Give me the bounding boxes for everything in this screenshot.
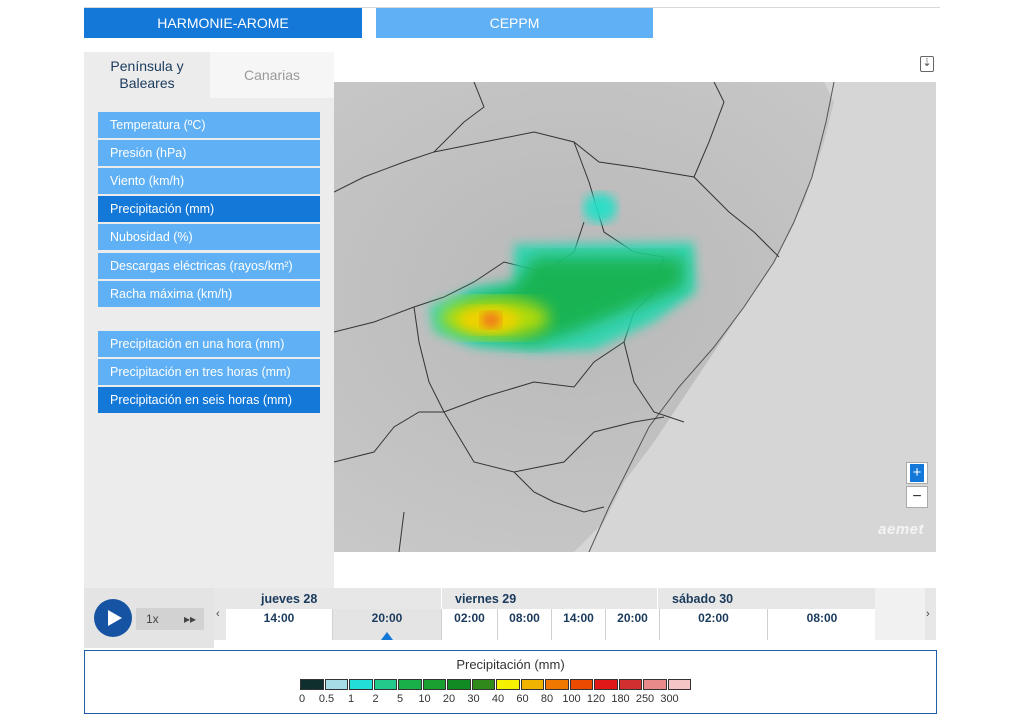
legend-swatch	[300, 679, 324, 690]
legend-label: 250	[635, 693, 655, 705]
legend-label: 0	[298, 693, 306, 705]
tab-peninsula-baleares[interactable]: Península y Baleares	[84, 52, 210, 98]
zoom-in-button[interactable]: +	[906, 462, 928, 484]
speed-selector[interactable]: 1x ▸▸	[136, 608, 204, 630]
legend-swatch	[398, 679, 422, 690]
timeline[interactable]: ‹ jueves 28 viernes 29 sábado 30 14:00 2…	[214, 588, 936, 640]
variables-panel: Península y Baleares Canarias Temperatur…	[84, 52, 334, 588]
day-divider	[657, 588, 658, 609]
legend: Precipitación (mm) 0 0.5 1 2 5 10 20 30 40 60 80 10…	[84, 650, 937, 714]
legend-swatch	[618, 679, 642, 690]
variable-presion-button[interactable]: Presión (hPa)	[98, 140, 320, 166]
tab-ceppm[interactable]: CEPPM	[376, 8, 653, 38]
legend-label: 2	[372, 693, 379, 705]
legend-swatch	[324, 679, 348, 690]
legend-swatch	[643, 679, 667, 690]
hour-slot[interactable]: 14:00	[226, 609, 332, 640]
legend-label: 10	[418, 693, 431, 705]
variable-racha-button[interactable]: Racha máxima (km/h)	[98, 281, 320, 307]
legend-color-bar	[300, 679, 692, 690]
legend-swatch	[471, 679, 495, 690]
legend-label: 80	[540, 693, 554, 705]
legend-swatch	[422, 679, 446, 690]
legend-swatch	[594, 679, 618, 690]
legend-label: 100	[562, 693, 581, 705]
legend-swatch	[667, 679, 691, 690]
precip-tres-horas-button[interactable]: Precipitación en tres horas (mm)	[98, 359, 320, 385]
selected-marker-icon	[381, 632, 393, 640]
plus-icon: +	[910, 464, 924, 482]
timeline-prev-icon[interactable]: ‹	[216, 608, 220, 620]
variable-precipitacion-button[interactable]: Precipitación (mm)	[98, 196, 320, 222]
hour-slot[interactable]: 02:00	[441, 609, 497, 640]
legend-label: 40	[491, 693, 505, 705]
variable-viento-button[interactable]: Viento (km/h)	[98, 168, 320, 194]
legend-swatch	[520, 679, 544, 690]
hour-slot[interactable]: 08:00	[767, 609, 876, 640]
tab-canarias[interactable]: Canarias	[210, 52, 334, 98]
legend-label: 0.5	[318, 693, 335, 705]
forecast-map[interactable]: + − aemet	[334, 82, 936, 552]
aemet-logo: aemet	[878, 521, 924, 538]
legend-label: 1	[347, 693, 355, 705]
hour-slot[interactable]: 14:00	[551, 609, 605, 640]
download-icon[interactable]: ⇣	[920, 56, 934, 72]
legend-swatch	[349, 679, 373, 690]
day-label: sábado 30	[672, 592, 734, 606]
legend-swatch	[447, 679, 471, 690]
legend-label: 120	[586, 693, 606, 705]
hour-slot[interactable]: 20:00	[605, 609, 659, 640]
legend-swatch	[373, 679, 397, 690]
hours-row: 14:00 20:00 02:00 08:00 14:00 20:00 02:0…	[226, 609, 876, 640]
timeline-end-spacer	[875, 588, 925, 640]
legend-swatch	[496, 679, 520, 690]
legend-label: 60	[516, 693, 529, 705]
app-root: { "model_tabs": {"harmonie": "HARMONIE-A…	[0, 0, 1024, 720]
speed-value: 1x	[146, 612, 159, 626]
hour-slot[interactable]: 02:00	[659, 609, 767, 640]
hour-slot[interactable]: 08:00	[497, 609, 551, 640]
variable-descargas-button[interactable]: Descargas eléctricas (rayos/km²)	[98, 253, 320, 279]
hour-label: 20:00	[371, 611, 403, 625]
precip-seis-horas-button[interactable]: Precipitación en seis horas (mm)	[98, 387, 320, 413]
player-controls: 1x ▸▸	[84, 588, 214, 648]
legend-swatch	[569, 679, 593, 690]
tab-harmonie-arome[interactable]: HARMONIE-AROME	[84, 8, 362, 38]
map-canvas	[334, 82, 936, 552]
legend-label: 300	[660, 693, 679, 705]
legend-swatch	[545, 679, 569, 690]
legend-label: 5	[396, 693, 404, 705]
legend-label: 30	[467, 693, 480, 705]
zoom-out-button[interactable]: −	[906, 486, 928, 508]
play-button[interactable]	[94, 599, 132, 637]
variable-temperatura-button[interactable]: Temperatura (ºC)	[98, 112, 320, 138]
fast-forward-icon[interactable]: ▸▸	[184, 612, 196, 626]
day-label: viernes 29	[455, 592, 517, 606]
play-icon	[107, 610, 122, 626]
day-label: jueves 28	[261, 592, 318, 606]
legend-label: 20	[442, 693, 456, 705]
variable-nubosidad-button[interactable]: Nubosidad (%)	[98, 224, 320, 250]
timeline-next-icon[interactable]: ›	[926, 608, 930, 620]
legend-label: 180	[611, 693, 630, 705]
legend-title: Precipitación (mm)	[456, 657, 565, 672]
hour-slot-selected[interactable]: 20:00	[332, 609, 441, 640]
precip-una-hora-button[interactable]: Precipitación en una hora (mm)	[98, 331, 320, 357]
day-divider	[441, 588, 442, 609]
